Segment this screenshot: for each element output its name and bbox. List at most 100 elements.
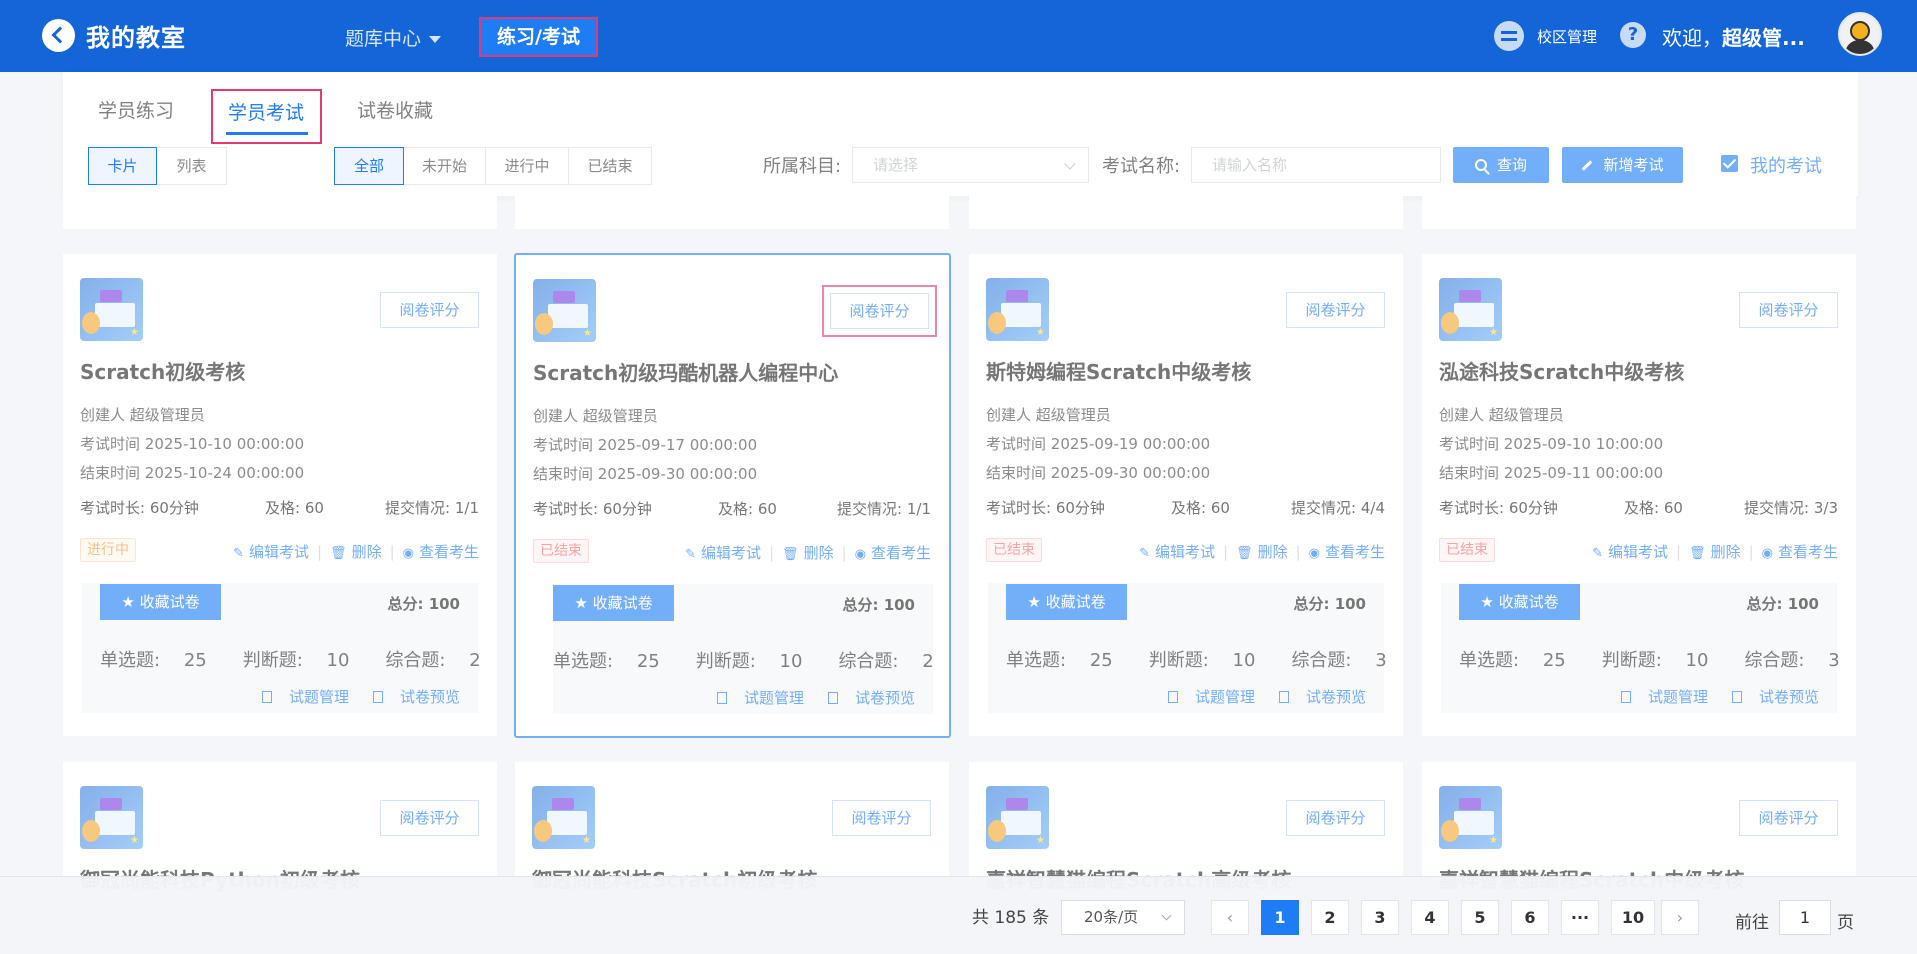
card-stub bbox=[1422, 196, 1856, 229]
exam-time-label: 考试时间 bbox=[80, 435, 141, 453]
my-exams-label[interactable]: 我的考试 bbox=[1750, 152, 1822, 178]
delete-exam-link[interactable]: 🗑 删除 bbox=[1236, 543, 1288, 561]
filter-status-in-progress[interactable]: 进行中 bbox=[485, 147, 569, 185]
preview-label: 试卷预览 bbox=[1758, 688, 1819, 706]
edit-exam-link[interactable]: ✎ 编辑考试 bbox=[233, 543, 309, 561]
judge-value: 10 bbox=[1232, 650, 1256, 671]
avatar-face-icon bbox=[1850, 21, 1870, 41]
edit-label: 编辑考试 bbox=[1154, 543, 1215, 561]
favorite-paper-button[interactable]: ★ 收藏试卷 bbox=[553, 585, 674, 621]
manage-questions-link[interactable]: 试题管理 bbox=[250, 688, 349, 706]
preview-icon bbox=[827, 692, 838, 704]
grade-paper-button[interactable]: 阅卷评分 bbox=[1286, 800, 1385, 836]
delete-exam-link[interactable]: 🗑 删除 bbox=[782, 544, 834, 562]
grade-paper-button[interactable]: 阅卷评分 bbox=[380, 292, 479, 328]
star-icon: ★ bbox=[1489, 835, 1498, 846]
view-list-toggle[interactable]: 列表 bbox=[156, 147, 227, 185]
page-10[interactable]: 10 bbox=[1611, 900, 1655, 935]
exam-submissions: 提交情况: 1/1 bbox=[837, 498, 931, 519]
laptop-icon bbox=[95, 811, 135, 835]
exam-name-input[interactable]: 请输入名称 bbox=[1191, 147, 1441, 183]
star-icon: ★ bbox=[1480, 593, 1499, 611]
exam-thumbnail: ★ bbox=[532, 786, 595, 849]
edit-icon bbox=[1582, 160, 1593, 171]
filter-status-not-started[interactable]: 未开始 bbox=[403, 147, 486, 185]
edit-label: 编辑考试 bbox=[248, 543, 309, 561]
campus-switch-icon[interactable] bbox=[1494, 21, 1524, 51]
search-icon bbox=[1474, 159, 1487, 171]
grade-paper-button[interactable]: 阅卷评分 bbox=[832, 800, 931, 836]
preview-paper-link[interactable]: 试卷预览 bbox=[816, 689, 915, 707]
thumb-screen-icon bbox=[553, 291, 575, 303]
edit-exam-link[interactable]: ✎ 编辑考试 bbox=[685, 544, 761, 562]
view-students-link[interactable]: ◉ 查看考生 bbox=[1309, 543, 1385, 561]
back-arrow-icon[interactable] bbox=[42, 19, 75, 52]
my-exams-checkbox[interactable] bbox=[1721, 155, 1738, 172]
view-card-toggle[interactable]: 卡片 bbox=[88, 147, 157, 185]
view-students-link[interactable]: ◉ 查看考生 bbox=[855, 544, 931, 562]
pass-label: 及格: bbox=[265, 499, 301, 517]
delete-exam-link[interactable]: 🗑 删除 bbox=[330, 543, 382, 561]
manage-questions-link[interactable]: 试题管理 bbox=[1609, 688, 1708, 706]
preview-paper-link[interactable]: 试卷预览 bbox=[1267, 688, 1366, 706]
star-icon: ★ bbox=[130, 835, 139, 846]
edit-exam-link[interactable]: ✎ 编辑考试 bbox=[1139, 543, 1215, 561]
page-4[interactable]: 4 bbox=[1411, 900, 1449, 935]
filter-status-all[interactable]: 全部 bbox=[334, 147, 404, 185]
prev-page-button[interactable]: ‹ bbox=[1211, 900, 1249, 935]
delete-exam-link[interactable]: 🗑 删除 bbox=[1689, 543, 1741, 561]
grade-paper-button[interactable]: 阅卷评分 bbox=[380, 800, 479, 836]
status-badge: 已结束 bbox=[533, 539, 589, 563]
campus-management-link[interactable]: 校区管理 bbox=[1537, 26, 1597, 47]
page-size-select[interactable]: 20条/页 bbox=[1061, 900, 1185, 935]
page-5[interactable]: 5 bbox=[1461, 900, 1499, 935]
star-icon: ★ bbox=[1036, 327, 1045, 338]
tab-paper-favorites[interactable]: 试卷收藏 bbox=[357, 96, 433, 123]
filter-status-ended[interactable]: 已结束 bbox=[568, 147, 652, 185]
grade-paper-button[interactable]: 阅卷评分 bbox=[830, 293, 929, 329]
help-icon[interactable]: ? bbox=[1620, 22, 1646, 48]
avatar[interactable] bbox=[1838, 12, 1882, 56]
preview-paper-link[interactable]: 试卷预览 bbox=[361, 688, 460, 706]
card-actions: ✎ 编辑考试 | 🗑 删除 | ◉ 查看考生 bbox=[233, 541, 479, 562]
favorite-paper-button[interactable]: ★ 收藏试卷 bbox=[1006, 584, 1127, 620]
tab-student-exam[interactable]: 学员考试 bbox=[228, 98, 304, 125]
card-actions: ✎ 编辑考试 | 🗑 删除 | ◉ 查看考生 bbox=[1592, 541, 1838, 562]
edit-icon: ✎ bbox=[1592, 546, 1603, 561]
tab-student-practice[interactable]: 学员练习 bbox=[98, 96, 174, 123]
paper-links: 试题管理 试卷预览 bbox=[1597, 686, 1819, 707]
total-label: 总分: bbox=[387, 595, 424, 613]
thumb-screen-icon bbox=[1459, 798, 1481, 810]
edit-exam-link[interactable]: ✎ 编辑考试 bbox=[1592, 543, 1668, 561]
manage-questions-link[interactable]: 试题管理 bbox=[1156, 688, 1255, 706]
exam-creator: 创建人 超级管理员 bbox=[533, 405, 658, 426]
page-3[interactable]: 3 bbox=[1361, 900, 1399, 935]
preview-label: 试卷预览 bbox=[399, 688, 460, 706]
status-badge: 已结束 bbox=[1439, 538, 1495, 562]
exam-card: ★ 阅卷评分 斯特姆编程Scratch中级考核 创建人 超级管理员 考试时间 2025-… bbox=[969, 254, 1403, 736]
preview-paper-link[interactable]: 试卷预览 bbox=[1720, 688, 1819, 706]
goto-page-input[interactable]: 1 bbox=[1779, 900, 1831, 935]
next-page-button[interactable]: › bbox=[1661, 900, 1699, 935]
grade-paper-button[interactable]: 阅卷评分 bbox=[1739, 800, 1838, 836]
menu-question-bank[interactable]: 题库中心 bbox=[345, 24, 442, 51]
grade-paper-button[interactable]: 阅卷评分 bbox=[1739, 292, 1838, 328]
menu-practice-exam[interactable]: 练习/考试 bbox=[479, 17, 598, 57]
view-students-link[interactable]: ◉ 查看考生 bbox=[403, 543, 479, 561]
page-ellipsis[interactable]: ··· bbox=[1561, 900, 1599, 935]
query-button[interactable]: 查询 bbox=[1453, 147, 1549, 183]
chevron-down-icon bbox=[429, 36, 442, 43]
add-exam-button[interactable]: 新增考试 bbox=[1562, 147, 1683, 183]
page-6[interactable]: 6 bbox=[1511, 900, 1549, 935]
page-1[interactable]: 1 bbox=[1261, 900, 1299, 935]
creator-value: 超级管理员 bbox=[1488, 406, 1564, 424]
divider: | bbox=[1222, 543, 1229, 561]
subject-select[interactable]: 请选择 bbox=[852, 147, 1089, 183]
favorite-paper-button[interactable]: ★ 收藏试卷 bbox=[100, 584, 221, 620]
manage-questions-link[interactable]: 试题管理 bbox=[705, 689, 804, 707]
favorite-paper-button[interactable]: ★ 收藏试卷 bbox=[1459, 584, 1580, 620]
exam-time-value: 2025-10-10 00:00:00 bbox=[144, 435, 305, 453]
view-students-link[interactable]: ◉ 查看考生 bbox=[1762, 543, 1838, 561]
page-2[interactable]: 2 bbox=[1311, 900, 1349, 935]
grade-paper-button[interactable]: 阅卷评分 bbox=[1286, 292, 1385, 328]
